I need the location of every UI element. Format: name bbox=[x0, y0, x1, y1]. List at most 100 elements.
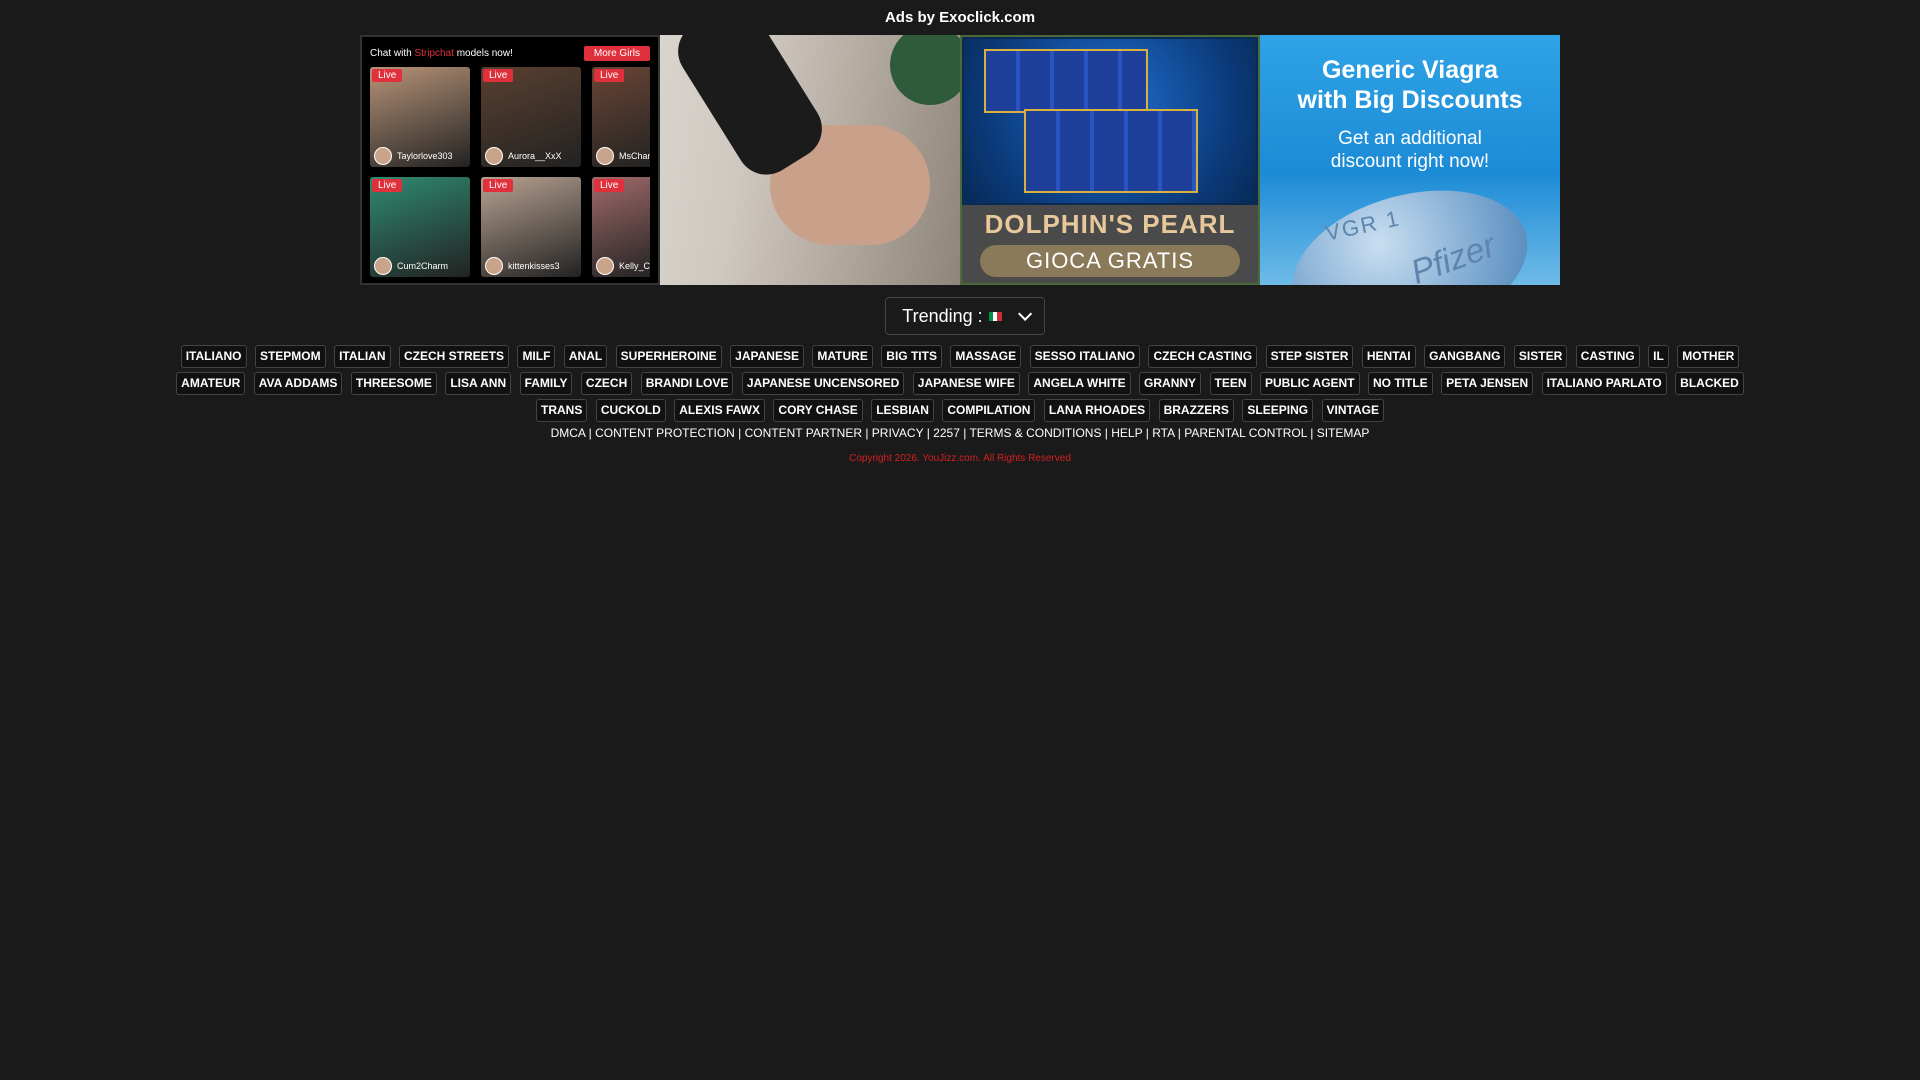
chat-ad-header: Chat with Stripchat models now! More Gir… bbox=[370, 45, 650, 61]
tag-link[interactable]: SLEEPING bbox=[1242, 399, 1314, 422]
tag-link[interactable]: JAPANESE UNCENSORED bbox=[741, 372, 905, 395]
cam-model: Kelly_Ca bbox=[596, 257, 650, 275]
tag-link[interactable]: MOTHER bbox=[1677, 345, 1740, 368]
tag-link[interactable]: IL bbox=[1648, 345, 1669, 368]
cam-model-name: kittenkisses3 bbox=[508, 261, 560, 271]
live-badge: Live bbox=[372, 69, 403, 82]
live-badge: Live bbox=[372, 179, 403, 192]
tag-link[interactable]: BRANDI LOVE bbox=[640, 372, 734, 395]
cam-tile[interactable]: Live MsChane bbox=[592, 67, 650, 167]
tag-link[interactable]: CZECH CASTING bbox=[1148, 345, 1258, 368]
tag-link[interactable]: MILF bbox=[517, 345, 556, 368]
avatar bbox=[596, 257, 614, 275]
cam-tile[interactable]: Live Taylorlove303 bbox=[370, 67, 470, 167]
tag-link[interactable]: COMPILATION bbox=[942, 399, 1036, 422]
tag-link[interactable]: MASSAGE bbox=[950, 345, 1022, 368]
trending-dropdown[interactable]: Trending : bbox=[885, 297, 1045, 335]
ads-header: Ads by Exoclick.com bbox=[884, 9, 1036, 26]
footer-link[interactable]: PARENTAL CONTROL bbox=[1184, 426, 1307, 440]
live-badge: Live bbox=[483, 69, 514, 82]
tag-link[interactable]: CASTING bbox=[1575, 345, 1640, 368]
tag-link[interactable]: ANAL bbox=[563, 345, 608, 368]
cam-model: Taylorlove303 bbox=[374, 147, 453, 165]
slot-reel-image bbox=[984, 49, 1148, 113]
tag-link[interactable]: ALEXIS FAWX bbox=[674, 399, 765, 422]
tag-link[interactable]: GRANNY bbox=[1139, 372, 1202, 395]
cam-model: Cum2Charm bbox=[374, 257, 448, 275]
avatar bbox=[485, 257, 503, 275]
cam-model-name: Aurora__XxX bbox=[508, 151, 562, 161]
trending-label: Trending : bbox=[902, 305, 983, 326]
footer-link[interactable]: HELP bbox=[1111, 426, 1142, 440]
tag-link[interactable]: BLACKED bbox=[1675, 372, 1744, 395]
cam-model: kittenkisses3 bbox=[485, 257, 560, 275]
tag-link[interactable]: JAPANESE bbox=[730, 345, 804, 368]
cam-tile[interactable]: Live kittenkisses3 bbox=[481, 177, 581, 277]
tag-link[interactable]: PUBLIC AGENT bbox=[1259, 372, 1360, 395]
video-ad[interactable] bbox=[660, 35, 960, 285]
tag-link[interactable]: BIG TITS bbox=[881, 345, 942, 368]
tag-link[interactable]: SESSO ITALIANO bbox=[1029, 345, 1141, 368]
live-badge: Live bbox=[594, 179, 625, 192]
cam-model: MsChane bbox=[596, 147, 650, 165]
tag-link[interactable]: AVA ADDAMS bbox=[253, 372, 343, 395]
tag-link[interactable]: SISTER bbox=[1513, 345, 1568, 368]
avatar bbox=[596, 147, 614, 165]
tag-link[interactable]: MATURE bbox=[812, 345, 873, 368]
cam-tile[interactable]: Live Kelly_Ca bbox=[592, 177, 650, 277]
tag-link[interactable]: TEEN bbox=[1209, 372, 1252, 395]
cam-model-name: Taylorlove303 bbox=[397, 151, 453, 161]
tag-link[interactable]: ITALIANO PARLATO bbox=[1541, 372, 1667, 395]
stripchat-ad[interactable]: Chat with Stripchat models now! More Gir… bbox=[360, 35, 660, 285]
footer-link[interactable]: 2257 bbox=[933, 426, 960, 440]
tag-link[interactable]: LESBIAN bbox=[871, 399, 934, 422]
tag-link[interactable]: CUCKOLD bbox=[595, 399, 666, 422]
pill-ad-headline: Generic Viagra with Big Discounts bbox=[1297, 56, 1523, 114]
cam-tile[interactable]: Live Cum2Charm bbox=[370, 177, 470, 277]
tag-link[interactable]: FAMILY bbox=[519, 372, 573, 395]
footer-link[interactable]: TERMS & CONDITIONS bbox=[969, 426, 1101, 440]
tag-link[interactable]: LISA ANN bbox=[445, 372, 512, 395]
tag-cloud: ITALIANO STEPMOM ITALIAN CZECH STREETS M… bbox=[160, 342, 1760, 423]
tag-link[interactable]: STEP SISTER bbox=[1265, 345, 1354, 368]
tag-link[interactable]: SUPERHEROINE bbox=[615, 345, 722, 368]
cam-model-name: Kelly_Ca bbox=[619, 261, 650, 271]
cam-tile[interactable]: Live Aurora__XxX bbox=[481, 67, 581, 167]
pill-ad[interactable]: Generic Viagra with Big Discounts Get an… bbox=[1260, 35, 1560, 285]
footer-links: DMCA | CONTENT PROTECTION | CONTENT PART… bbox=[550, 426, 1370, 440]
plant-image bbox=[890, 35, 960, 105]
tag-link[interactable]: CORY CHASE bbox=[773, 399, 863, 422]
tag-link[interactable]: HENTAI bbox=[1361, 345, 1416, 368]
footer-link[interactable]: CONTENT PARTNER bbox=[745, 426, 862, 440]
tag-link[interactable]: CZECH bbox=[580, 372, 633, 395]
tag-link[interactable]: BRAZZERS bbox=[1158, 399, 1234, 422]
tag-link[interactable]: AMATEUR bbox=[176, 372, 246, 395]
tag-link[interactable]: ANGELA WHITE bbox=[1028, 372, 1131, 395]
tag-link[interactable]: ITALIAN bbox=[334, 345, 391, 368]
tag-link[interactable]: JAPANESE WIFE bbox=[912, 372, 1020, 395]
tag-link[interactable]: PETA JENSEN bbox=[1441, 372, 1534, 395]
tag-link[interactable]: STEPMOM bbox=[254, 345, 326, 368]
avatar bbox=[374, 257, 392, 275]
footer-link[interactable]: SITEMAP bbox=[1317, 426, 1370, 440]
avatar bbox=[485, 147, 503, 165]
footer-link[interactable]: RTA bbox=[1152, 426, 1174, 440]
live-badge: Live bbox=[594, 69, 625, 82]
tag-link[interactable]: LANA RHOADES bbox=[1043, 399, 1151, 422]
tag-link[interactable]: CZECH STREETS bbox=[398, 345, 509, 368]
more-girls-button[interactable]: More Girls bbox=[583, 45, 650, 61]
avatar bbox=[374, 147, 392, 165]
footer-link[interactable]: PRIVACY bbox=[872, 426, 924, 440]
tag-link[interactable]: TRANS bbox=[536, 399, 588, 422]
tag-link[interactable]: VINTAGE bbox=[1321, 399, 1384, 422]
tag-link[interactable]: GANGBANG bbox=[1424, 345, 1506, 368]
chat-ad-text: Chat with Stripchat models now! bbox=[370, 47, 513, 59]
tag-link[interactable]: ITALIANO bbox=[180, 345, 247, 368]
tag-link[interactable]: THREESOME bbox=[350, 372, 437, 395]
slot-game-ad[interactable]: DOLPHIN'S PEARL GIOCA GRATIS bbox=[960, 35, 1260, 285]
play-free-button[interactable]: GIOCA GRATIS bbox=[980, 245, 1240, 277]
footer-link[interactable]: CONTENT PROTECTION bbox=[595, 426, 735, 440]
tag-link[interactable]: NO TITLE bbox=[1367, 372, 1433, 395]
footer-link[interactable]: DMCA bbox=[551, 426, 586, 440]
slot-game-name: DOLPHIN'S PEARL bbox=[984, 209, 1236, 239]
